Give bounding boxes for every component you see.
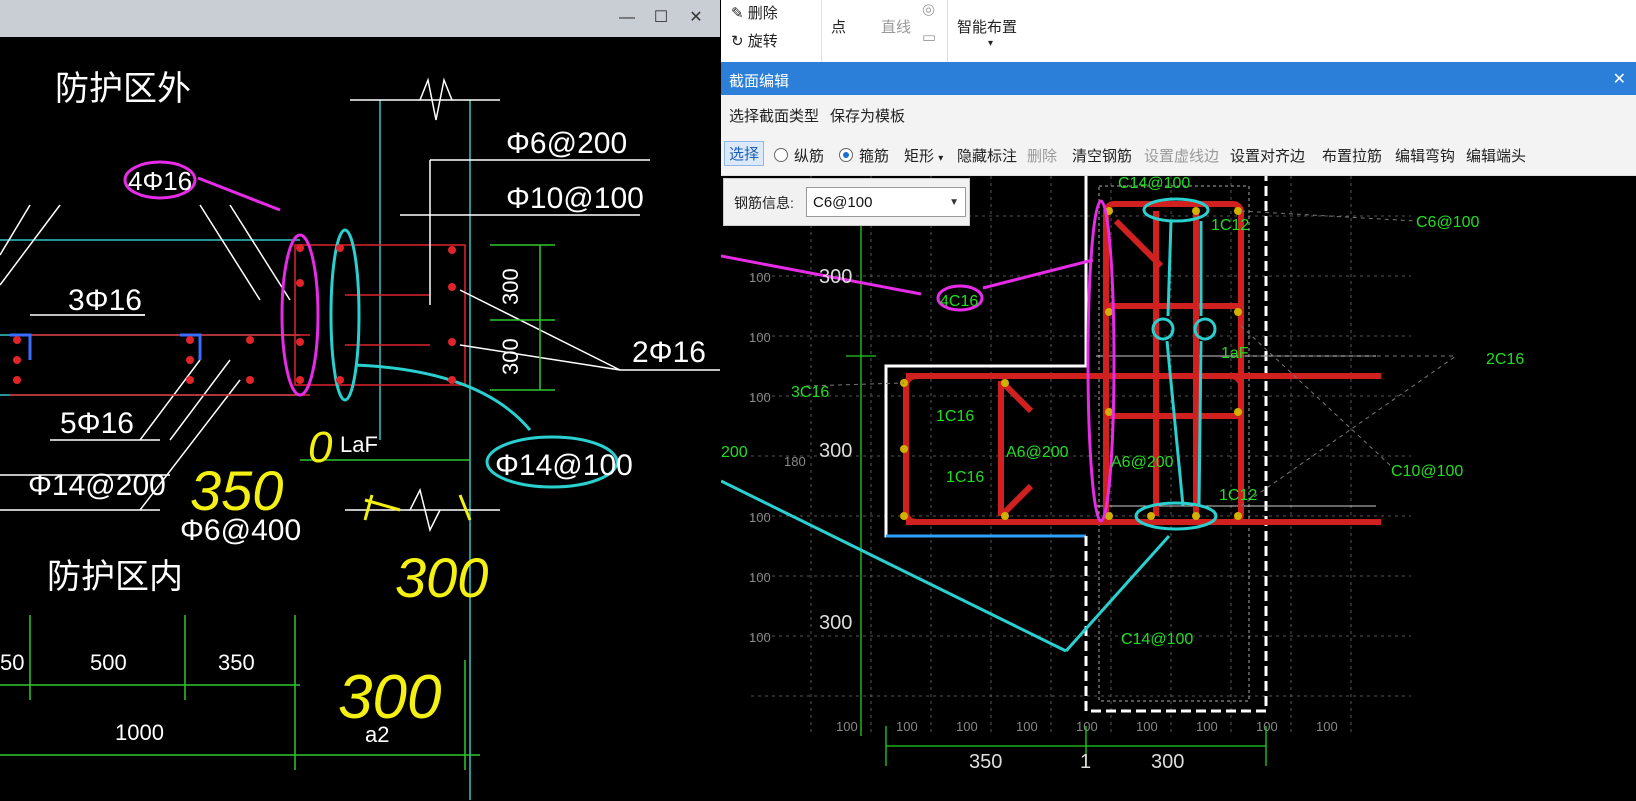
dialog-title-bar: 截面编辑 ✕ bbox=[721, 62, 1636, 95]
dim-300-c: 300 bbox=[819, 612, 852, 634]
set-align-edge-button[interactable]: 设置对齐边 bbox=[1230, 145, 1305, 166]
label-phi14-200: Φ14@200 bbox=[28, 469, 166, 502]
label-dim300-bottom: 300 bbox=[498, 338, 523, 375]
label-phi10-100: Φ10@100 bbox=[506, 182, 644, 215]
label-1c16-b: 1C16 bbox=[946, 469, 984, 486]
label-3phi16: 3Φ16 bbox=[68, 284, 142, 317]
cad-canvas[interactable]: 防护区外 防护区内 Φ6@200 Φ10@100 4Φ16 3Φ16 2Φ16 … bbox=[0, 0, 720, 800]
label-dim350: 350 bbox=[218, 650, 255, 675]
place-tie-button[interactable]: 布置拉筋 bbox=[1322, 145, 1382, 166]
label-4c16: 4C16 bbox=[940, 293, 978, 310]
grid-label: 100 bbox=[896, 719, 918, 734]
shape-dropdown[interactable]: 矩形 ▾ bbox=[904, 145, 943, 166]
grid-label: 100 bbox=[749, 630, 771, 645]
dim-300-b: 300 bbox=[819, 440, 852, 462]
label-c10: C10@100 bbox=[1391, 463, 1463, 480]
dim-300-a: 300 bbox=[819, 266, 852, 288]
label-5phi16: 5Φ16 bbox=[60, 407, 134, 440]
rebar-info-select[interactable]: C6@100 ▼ bbox=[806, 187, 966, 217]
grid-label: 100 bbox=[1196, 719, 1218, 734]
save-as-template-button[interactable]: 保存为模板 bbox=[830, 105, 905, 126]
radio-icon bbox=[774, 148, 788, 162]
dialog-title: 截面编辑 bbox=[729, 73, 790, 90]
grid-label: 100 bbox=[1136, 719, 1158, 734]
set-dashed-edge-button[interactable]: 设置虚线边 bbox=[1144, 145, 1219, 166]
handwritten-300-bottom: 300 bbox=[338, 663, 441, 732]
line-ribbon-button[interactable]: 直线 bbox=[881, 16, 911, 37]
delete-button[interactable]: 删除 bbox=[1027, 145, 1057, 166]
label-c14-bottom: C14@100 bbox=[1121, 631, 1193, 648]
label-laf: LaF bbox=[340, 432, 378, 457]
smart-layout-button[interactable]: 智能布置 bbox=[957, 16, 1017, 37]
label-phi6-200: Φ6@200 bbox=[506, 127, 627, 160]
ribbon-divider bbox=[947, 0, 948, 62]
dim-350: 350 bbox=[969, 751, 1002, 773]
select-tool-button[interactable]: 选择 bbox=[724, 141, 765, 166]
select-section-type-button[interactable]: 选择截面类型 bbox=[729, 105, 819, 126]
delete-ribbon-button[interactable]: ✎ 删除 bbox=[731, 2, 778, 23]
label-c6: C6@100 bbox=[1416, 214, 1479, 231]
handwritten-0: 0 bbox=[308, 423, 333, 472]
label-a6-200-b: A6@200 bbox=[1111, 454, 1174, 471]
grid-label: 100 bbox=[749, 330, 771, 345]
rectangle-icon[interactable]: ▭ bbox=[922, 28, 936, 46]
grid-label: 100 bbox=[749, 270, 771, 285]
ribbon: ✎ 删除 ↻ 旋转 点 直线 ◎ ▭ 智能布置 ▾ bbox=[721, 0, 1636, 62]
grid-label: 100 bbox=[836, 719, 858, 734]
label-2c16: 2C16 bbox=[1486, 351, 1524, 368]
longitudinal-radio[interactable]: 纵筋 bbox=[774, 145, 824, 166]
handwritten-350: 350 bbox=[190, 459, 283, 522]
grid-label: 100 bbox=[1016, 719, 1038, 734]
hide-label-button[interactable]: 隐藏标注 bbox=[957, 145, 1017, 166]
clear-rebar-button[interactable]: 清空钢筋 bbox=[1072, 145, 1132, 166]
point-ribbon-button[interactable]: 点 bbox=[831, 16, 846, 37]
grid-label: 100 bbox=[749, 390, 771, 405]
section-editor-window: ✎ 删除 ↻ 旋转 点 直线 ◎ ▭ 智能布置 ▾ 截面编辑 ✕ 选择截面类型 … bbox=[721, 0, 1636, 800]
label-laf: 1aF bbox=[1221, 345, 1249, 362]
label-c14-top: C14@100 bbox=[1118, 176, 1190, 192]
section-canvas[interactable]: 100 100 100 100 100 100 180 100 100 100 … bbox=[721, 176, 1636, 801]
label-inside: 防护区内 bbox=[47, 558, 183, 596]
label-3c16: 3C16 bbox=[791, 384, 829, 401]
grid-label: 100 bbox=[1076, 719, 1098, 734]
label-4phi16: 4Φ16 bbox=[128, 166, 192, 196]
label-1c12-bottom: 1C12 bbox=[1219, 487, 1257, 504]
grid-label: 100 bbox=[956, 719, 978, 734]
close-icon[interactable]: ✕ bbox=[1613, 69, 1626, 89]
rebar-info-panel: 钢筋信息: C6@100 ▼ bbox=[723, 178, 970, 226]
edit-end-button[interactable]: 编辑端头 bbox=[1466, 145, 1526, 166]
edit-hook-button[interactable]: 编辑弯钩 bbox=[1395, 145, 1455, 166]
handwritten-300-top: 300 bbox=[395, 546, 488, 609]
circle-icon[interactable]: ◎ bbox=[922, 0, 935, 18]
label-a6-200-a: A6@200 bbox=[1006, 444, 1069, 461]
label-outside: 防护区外 bbox=[55, 70, 191, 108]
label-2phi16: 2Φ16 bbox=[632, 336, 706, 369]
label-phi14-100: Φ14@100 bbox=[495, 449, 633, 482]
toolbar-template: 选择截面类型 保存为模板 bbox=[721, 95, 1636, 136]
rebar-info-label: 钢筋信息: bbox=[734, 195, 794, 211]
label-dim500: 500 bbox=[90, 650, 127, 675]
chevron-down-icon[interactable]: ▾ bbox=[988, 38, 993, 49]
grid-label: 100 bbox=[1316, 719, 1338, 734]
radio-selected-icon bbox=[839, 148, 853, 162]
toolbar-rebar: 选择 纵筋 箍筋 矩形 ▾ 隐藏标注 删除 清空钢筋 设置虚线边 设置对齐边 布… bbox=[721, 135, 1636, 176]
label-1c16-a: 1C16 bbox=[936, 408, 974, 425]
dim-300-bottom: 300 bbox=[1151, 751, 1184, 773]
rotate-ribbon-button[interactable]: ↻ 旋转 bbox=[731, 30, 778, 51]
label-dim50: 50 bbox=[0, 650, 24, 675]
label-dim300-top: 300 bbox=[498, 268, 523, 305]
grid-label: 100 bbox=[749, 510, 771, 525]
label-1c12-top: 1C12 bbox=[1211, 217, 1249, 234]
ribbon-divider bbox=[821, 0, 822, 62]
grid-label: 180 bbox=[784, 454, 806, 469]
label-dim1000: 1000 bbox=[115, 720, 164, 745]
rebar-info-value: C6@100 bbox=[813, 194, 873, 211]
dim-1: 1 bbox=[1080, 751, 1091, 773]
stirrup-radio[interactable]: 箍筋 bbox=[839, 145, 889, 166]
cad-drawing-window[interactable]: — ☐ ✕ 防护区外 防护区内 Φ6@200 Φ10@100 4Φ16 3Φ16… bbox=[0, 0, 720, 800]
chevron-down-icon: ▼ bbox=[949, 197, 959, 208]
dim-200: 200 bbox=[721, 444, 748, 461]
grid-label: 100 bbox=[1256, 719, 1278, 734]
grid-label: 100 bbox=[749, 570, 771, 585]
